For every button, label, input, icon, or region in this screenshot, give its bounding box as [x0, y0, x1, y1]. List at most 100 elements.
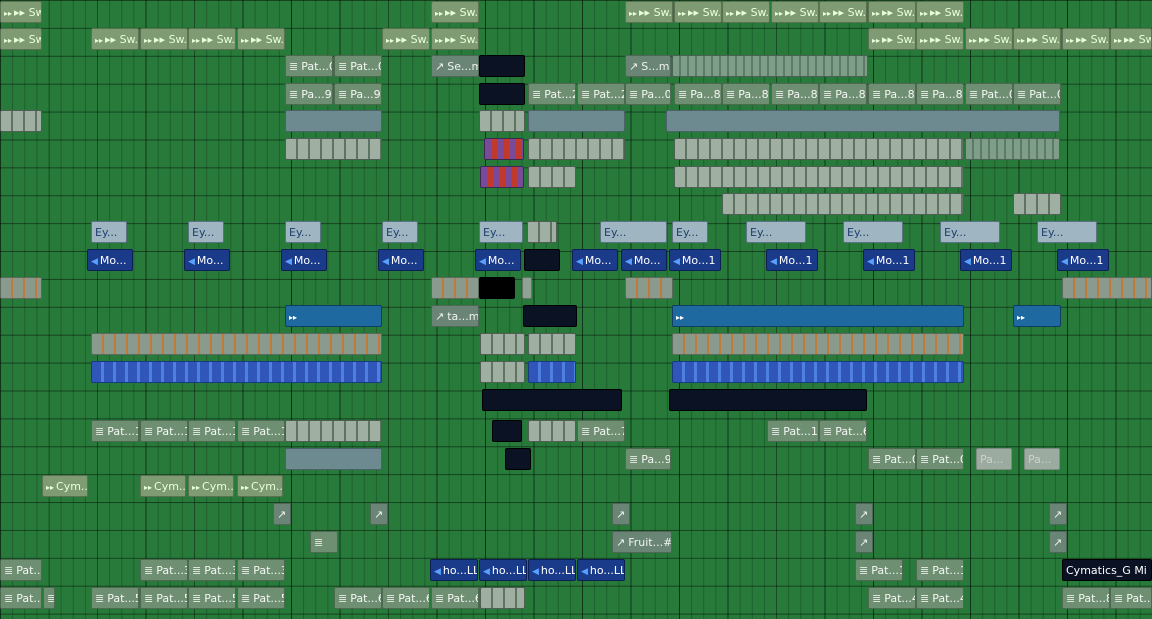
automation-clip[interactable]: [370, 503, 388, 525]
audio-clip[interactable]: Cym...: [42, 475, 88, 497]
pattern-clip[interactable]: Pat...4: [868, 587, 916, 609]
audio-clip[interactable]: Mo...: [281, 249, 327, 271]
audio-clip[interactable]: ▸▸ Sw...al: [722, 1, 770, 23]
pattern-clip[interactable]: Pat...6: [334, 587, 382, 609]
audio-clip[interactable]: ▸▸ Sw...al: [868, 1, 916, 23]
pattern-clip[interactable]: Pa...9: [334, 83, 382, 105]
audio-clip[interactable]: ▸▸ Sw...al: [819, 1, 867, 23]
audio-clip[interactable]: ▸▸ Sw...#2: [1110, 28, 1152, 50]
clip-strip[interactable]: [91, 361, 382, 383]
pattern-clip[interactable]: Pat...5: [237, 587, 285, 609]
pattern-clip[interactable]: Pa...8: [868, 83, 916, 105]
audio-clip[interactable]: ▸▸ Sw...al: [431, 1, 479, 23]
clip-strip[interactable]: [528, 138, 625, 160]
pattern-clip[interactable]: Pa...0: [625, 83, 671, 105]
pattern-clip[interactable]: Pat...1: [188, 420, 236, 442]
dense-clip-block[interactable]: [482, 389, 622, 411]
pattern-clip[interactable]: Pat...0: [1013, 83, 1061, 105]
long-clip[interactable]: [285, 110, 382, 132]
clip-strip[interactable]: [528, 333, 576, 355]
automation-clip[interactable]: Se...me: [431, 55, 479, 77]
audio-clip[interactable]: ▸▸ Sw...al: [771, 1, 819, 23]
audio-clip[interactable]: Ey...: [188, 221, 224, 243]
pattern-clip[interactable]: Pat...3: [140, 559, 188, 581]
audio-clip[interactable]: Mo...: [475, 249, 521, 271]
pattern-clip[interactable]: Pat...0: [916, 448, 964, 470]
pattern-clip[interactable]: Pat...3: [188, 559, 236, 581]
audio-clip[interactable]: Mo...1: [1057, 249, 1109, 271]
clip-strip[interactable]: [528, 166, 576, 188]
clip-strip[interactable]: [965, 138, 1060, 160]
audio-clip[interactable]: Ey...: [91, 221, 127, 243]
clip-strip[interactable]: [1062, 277, 1152, 299]
audio-clip[interactable]: Ey...: [940, 221, 1000, 243]
clip-strip[interactable]: [672, 361, 964, 383]
pattern-clip[interactable]: Pat...5: [188, 587, 236, 609]
pattern-clip[interactable]: Pa...8: [771, 83, 819, 105]
pattern-clip[interactable]: Pa...8: [916, 83, 964, 105]
dense-clip-block[interactable]: [479, 277, 515, 299]
clip-strip[interactable]: [480, 361, 525, 383]
audio-clip[interactable]: Mo...1: [669, 249, 721, 271]
long-clip[interactable]: [666, 110, 1060, 132]
long-clip[interactable]: [285, 448, 382, 470]
automation-clip[interactable]: Fruit...#2: [612, 531, 672, 553]
clip-strip[interactable]: [522, 277, 532, 299]
audio-clip[interactable]: ▸▸ Sw...#2: [431, 28, 479, 50]
clip-strip[interactable]: [285, 420, 382, 442]
pattern-clip[interactable]: Pa...8: [819, 83, 867, 105]
audio-clip[interactable]: ▸▸ Sw...#2: [188, 28, 236, 50]
pattern-clip[interactable]: Pat...7: [577, 420, 625, 442]
audio-clip-strip[interactable]: [285, 305, 382, 327]
pattern-clip[interactable]: Pat...6: [382, 587, 430, 609]
audio-clip[interactable]: ▸▸ Sw...#2: [1013, 28, 1061, 50]
clip-strip[interactable]: [722, 193, 964, 215]
pattern-clip[interactable]: Pat...16: [767, 420, 819, 442]
audio-clip[interactable]: ▸▸ Sw...al: [625, 1, 673, 23]
clip-strip[interactable]: [625, 277, 673, 299]
clip-strip[interactable]: [674, 138, 964, 160]
pattern-clip[interactable]: [310, 531, 338, 553]
audio-clip[interactable]: ▸▸ Sw...#2: [868, 28, 916, 50]
audio-clip[interactable]: Ey...: [285, 221, 321, 243]
audio-clip[interactable]: ▸▸ Sw...#2: [916, 28, 964, 50]
dense-clip-block[interactable]: [523, 305, 577, 327]
automation-clip[interactable]: [612, 503, 630, 525]
pattern-clip[interactable]: Pat...1: [91, 420, 139, 442]
dense-clip-block[interactable]: [669, 389, 867, 411]
clip-strip[interactable]: [480, 166, 524, 188]
clip-strip[interactable]: [484, 138, 524, 160]
dense-clip-block[interactable]: [492, 420, 522, 442]
clip-strip[interactable]: [528, 420, 576, 442]
pattern-clip[interactable]: Pa...9: [285, 83, 333, 105]
audio-clip[interactable]: Mo...: [184, 249, 230, 271]
pattern-clip[interactable]: Pat...5: [91, 587, 139, 609]
dense-clip-block[interactable]: [479, 55, 525, 77]
audio-clip[interactable]: ho...LL: [430, 559, 478, 581]
automation-clip[interactable]: [855, 503, 873, 525]
pattern-clip[interactable]: Pat...5: [140, 587, 188, 609]
pattern-clip[interactable]: Pat...1: [237, 420, 285, 442]
audio-clip[interactable]: ▸▸ Sw...al: [0, 1, 42, 23]
audio-clip[interactable]: ▸▸ Sw...al: [916, 1, 964, 23]
pattern-clip[interactable]: Pat...3: [237, 559, 285, 581]
clip-strip[interactable]: [0, 110, 42, 132]
audio-clip[interactable]: ▸▸ Sw...#2: [1062, 28, 1110, 50]
long-clip[interactable]: [528, 110, 625, 132]
audio-clip[interactable]: Ey...: [479, 221, 523, 243]
pattern-clip[interactable]: Pat...2: [0, 559, 42, 581]
audio-clip[interactable]: ▸▸ Sw...#2: [140, 28, 188, 50]
audio-clip[interactable]: Mo...: [378, 249, 424, 271]
clip-strip[interactable]: [479, 110, 525, 132]
pattern-clip[interactable]: Pa...8: [722, 83, 770, 105]
audio-clip-strip[interactable]: [1013, 305, 1061, 327]
pattern-clip[interactable]: Pa...8: [674, 83, 722, 105]
pattern-clip[interactable]: Pat...6: [431, 587, 479, 609]
pattern-clip[interactable]: Pat...8: [1062, 587, 1110, 609]
clip-strip[interactable]: [674, 166, 964, 188]
pattern-clip[interactable]: Pat...2: [528, 83, 576, 105]
automation-clip[interactable]: ta...me: [431, 305, 479, 327]
audio-clip[interactable]: Ey...: [746, 221, 806, 243]
pattern-clip[interactable]: Pat...1: [916, 559, 964, 581]
clip-strip[interactable]: [431, 277, 479, 299]
